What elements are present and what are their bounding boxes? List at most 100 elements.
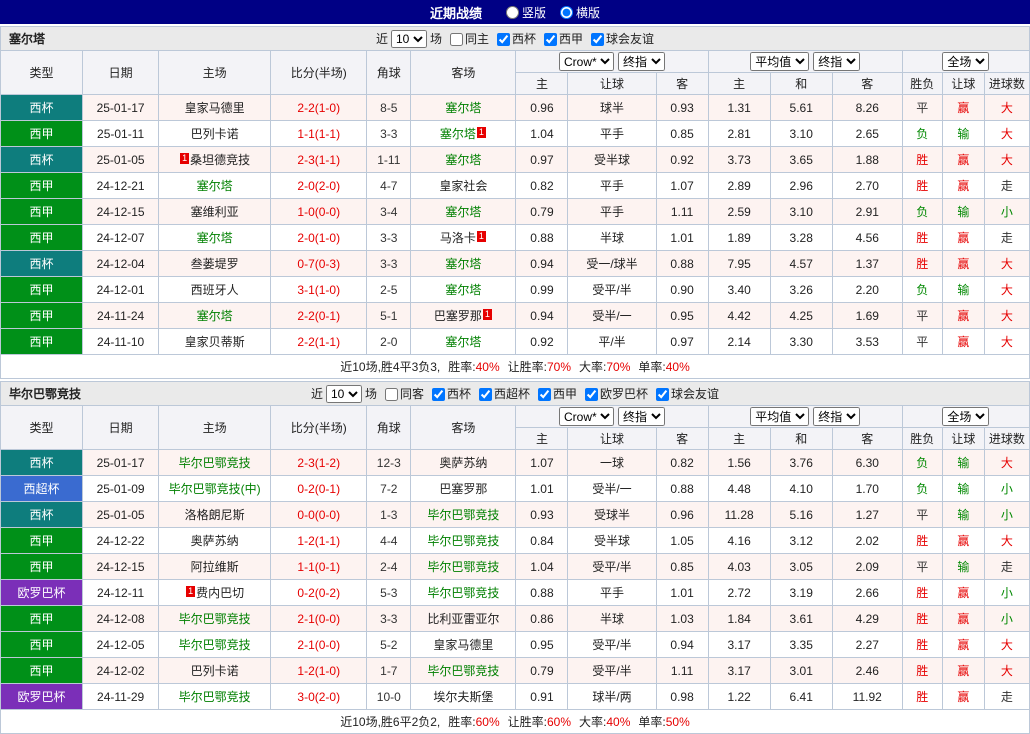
team-link[interactable]: 西班牙人 — [191, 283, 239, 297]
team-link[interactable]: 塞尔塔 — [445, 283, 481, 297]
team-link[interactable]: 塞尔塔 — [445, 257, 481, 271]
same-venue-checkbox[interactable]: 同主 — [450, 27, 489, 51]
corner-score: 7-2 — [367, 476, 411, 502]
match-score[interactable]: 0-2(0-2) — [271, 580, 367, 606]
match-score[interactable]: 2-0(1-0) — [271, 225, 367, 251]
match-score[interactable]: 2-2(0-1) — [271, 303, 367, 329]
team-link[interactable]: 马洛卡 — [440, 231, 476, 245]
team-link[interactable]: 叁蒌堤罗 — [191, 257, 239, 271]
same-venue-checkbox-box[interactable] — [450, 33, 463, 46]
home-team-cell: 毕尔巴鄂竞技 — [159, 606, 271, 632]
competition-checkbox[interactable]: 西杯 — [497, 27, 536, 51]
scope-select[interactable]: 全场 — [942, 407, 989, 426]
same-venue-checkbox[interactable]: 同客 — [385, 382, 424, 406]
competition-checkbox[interactable]: 西甲 — [544, 27, 583, 51]
final-odds-select[interactable]: 终指 — [618, 52, 665, 71]
same-venue-checkbox-box[interactable] — [385, 388, 398, 401]
match-score[interactable]: 0-2(0-1) — [271, 476, 367, 502]
match-count-select[interactable]: 10 — [326, 385, 362, 403]
match-score[interactable]: 1-2(1-0) — [271, 658, 367, 684]
team-link[interactable]: 奥萨苏纳 — [439, 456, 487, 470]
team-link[interactable]: 皇家马德里 — [433, 638, 493, 652]
match-score[interactable]: 3-1(1-0) — [271, 277, 367, 303]
team-link[interactable]: 巴列卡诺 — [191, 127, 239, 141]
team-link[interactable]: 塞维利亚 — [191, 205, 239, 219]
competition-checkbox-box[interactable] — [656, 388, 669, 401]
layout-option-vertical[interactable]: 竖版 — [506, 4, 546, 21]
competition-checkbox[interactable]: 欧罗巴杯 — [585, 382, 648, 406]
team-link[interactable]: 塞尔塔 — [445, 205, 481, 219]
match-score[interactable]: 2-1(0-0) — [271, 632, 367, 658]
competition-checkbox-box[interactable] — [591, 33, 604, 46]
team-link[interactable]: 毕尔巴鄂竞技 — [427, 560, 499, 574]
team-link[interactable]: 毕尔巴鄂竞技 — [179, 612, 251, 626]
team-link[interactable]: 毕尔巴鄂竞技 — [427, 508, 499, 522]
competition-checkbox-box[interactable] — [538, 388, 551, 401]
handicap-home-odds: 1.07 — [516, 450, 568, 476]
average-select[interactable]: 平均值 — [750, 407, 809, 426]
match-score[interactable]: 0-7(0-3) — [271, 251, 367, 277]
team-link[interactable]: 塞尔塔 — [197, 179, 233, 193]
bookmaker-select[interactable]: Crow* — [559, 52, 614, 71]
team-link[interactable]: 费内巴切 — [196, 586, 244, 600]
match-score[interactable]: 1-0(0-0) — [271, 199, 367, 225]
match-count-select[interactable]: 10 — [391, 30, 427, 48]
average-select[interactable]: 平均值 — [750, 52, 809, 71]
team-link[interactable]: 塞尔塔 — [445, 101, 481, 115]
competition-checkbox[interactable]: 球会友谊 — [591, 27, 654, 51]
match-score[interactable]: 2-2(1-0) — [271, 95, 367, 121]
team-link[interactable]: 塞尔塔 — [445, 153, 481, 167]
competition-checkbox[interactable]: 球会友谊 — [656, 382, 719, 406]
match-score[interactable]: 2-1(0-0) — [271, 606, 367, 632]
competition-checkbox-box[interactable] — [479, 388, 492, 401]
scope-select[interactable]: 全场 — [942, 52, 989, 71]
match-score[interactable]: 1-1(1-1) — [271, 121, 367, 147]
team-link[interactable]: 洛格朗尼斯 — [185, 508, 245, 522]
team-link[interactable]: 毕尔巴鄂竞技 — [427, 534, 499, 548]
team-link[interactable]: 桑坦德竞技 — [190, 153, 250, 167]
team-link[interactable]: 比利亚雷亚尔 — [427, 612, 499, 626]
team-link[interactable]: 毕尔巴鄂竞技(中) — [169, 482, 261, 496]
result-goals: 走 — [984, 225, 1029, 251]
team-link[interactable]: 塞尔塔 — [445, 335, 481, 349]
competition-checkbox-box[interactable] — [497, 33, 510, 46]
team-link[interactable]: 埃尔夫斯堡 — [433, 690, 493, 704]
team-link[interactable]: 毕尔巴鄂竞技 — [179, 638, 251, 652]
team-link[interactable]: 塞尔塔 — [197, 309, 233, 323]
match-score[interactable]: 3-0(2-0) — [271, 684, 367, 710]
competition-checkbox[interactable]: 西杯 — [432, 382, 471, 406]
team-link[interactable]: 皇家贝蒂斯 — [185, 335, 245, 349]
team-link[interactable]: 毕尔巴鄂竞技 — [427, 586, 499, 600]
final-odds-select[interactable]: 终指 — [813, 52, 860, 71]
final-odds-select[interactable]: 终指 — [813, 407, 860, 426]
match-score[interactable]: 2-3(1-1) — [271, 147, 367, 173]
layout-option-horizontal[interactable]: 横版 — [560, 4, 600, 21]
team-link[interactable]: 毕尔巴鄂竞技 — [179, 456, 251, 470]
competition-checkbox-box[interactable] — [585, 388, 598, 401]
competition-checkbox-box[interactable] — [544, 33, 557, 46]
team-link[interactable]: 奥萨苏纳 — [191, 534, 239, 548]
team-link[interactable]: 阿拉维斯 — [191, 560, 239, 574]
team-link[interactable]: 塞尔塔 — [197, 231, 233, 245]
bookmaker-select[interactable]: Crow* — [559, 407, 614, 426]
layout-horizontal-radio[interactable] — [560, 6, 573, 19]
match-score[interactable]: 0-0(0-0) — [271, 502, 367, 528]
team-link[interactable]: 巴塞罗那 — [439, 482, 487, 496]
competition-checkbox[interactable]: 西超杯 — [479, 382, 530, 406]
match-score[interactable]: 2-0(2-0) — [271, 173, 367, 199]
team-link[interactable]: 皇家社会 — [439, 179, 487, 193]
team-link[interactable]: 皇家马德里 — [185, 101, 245, 115]
layout-vertical-radio[interactable] — [506, 6, 519, 19]
match-score[interactable]: 1-1(0-1) — [271, 554, 367, 580]
final-odds-select[interactable]: 终指 — [618, 407, 665, 426]
competition-checkbox[interactable]: 西甲 — [538, 382, 577, 406]
competition-checkbox-box[interactable] — [432, 388, 445, 401]
team-link[interactable]: 巴列卡诺 — [191, 664, 239, 678]
team-link[interactable]: 巴塞罗那 — [434, 309, 482, 323]
team-link[interactable]: 毕尔巴鄂竞技 — [179, 690, 251, 704]
team-link[interactable]: 塞尔塔 — [440, 127, 476, 141]
team-link[interactable]: 毕尔巴鄂竞技 — [427, 664, 499, 678]
match-score[interactable]: 2-3(1-2) — [271, 450, 367, 476]
match-score[interactable]: 2-2(1-1) — [271, 329, 367, 355]
match-score[interactable]: 1-2(1-1) — [271, 528, 367, 554]
